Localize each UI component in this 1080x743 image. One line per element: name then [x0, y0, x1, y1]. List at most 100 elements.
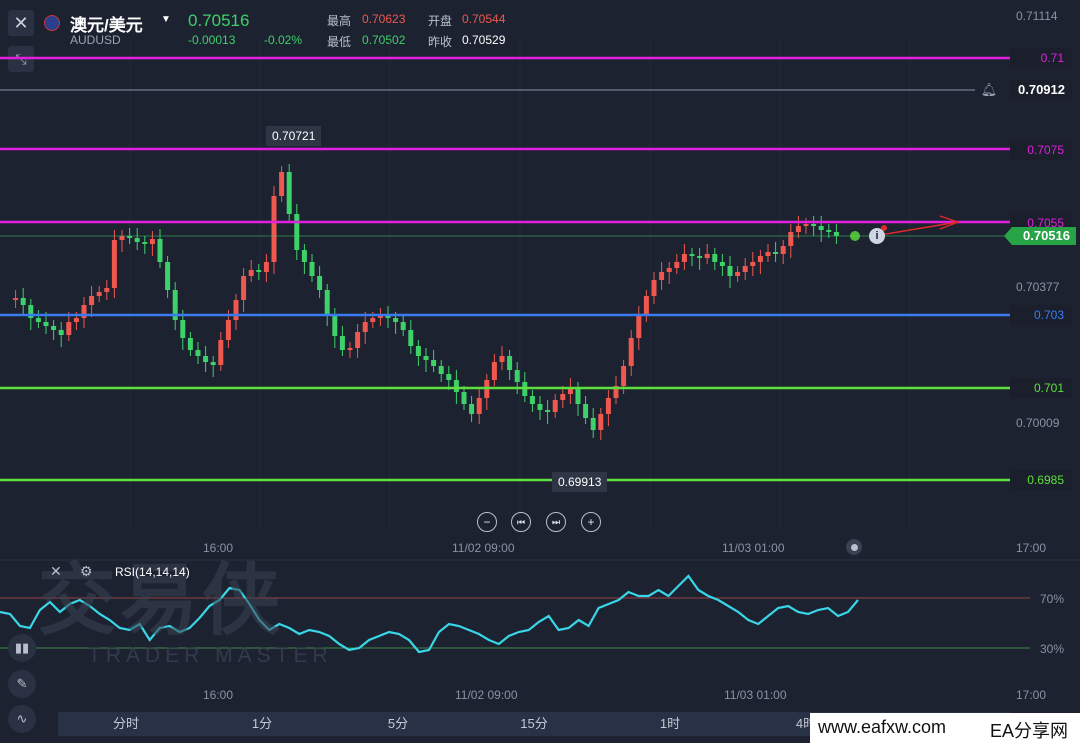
candle-body: [529, 396, 535, 404]
candle-body: [666, 268, 672, 272]
candle-body: [385, 316, 391, 318]
candle-body: [514, 370, 520, 382]
zoom-out-button[interactable]: −: [477, 512, 497, 532]
candle-body: [446, 374, 452, 380]
candle-body: [294, 214, 300, 250]
current-price-tag: 0.70516: [1004, 227, 1076, 245]
candle-body: [833, 232, 839, 236]
candle-body: [583, 404, 589, 418]
candles-icon: ▮▮: [14, 640, 30, 655]
draw-tool-button[interactable]: ✎: [8, 670, 36, 698]
tab-timeframe[interactable]: 5分: [330, 712, 466, 736]
candle-body: [332, 316, 338, 336]
candle-body: [545, 410, 551, 412]
candle-body: [689, 254, 695, 256]
level-tag-07075: 0.7075: [1010, 140, 1072, 160]
pencil-icon: ✎: [16, 676, 28, 691]
info-icon[interactable]: i: [869, 228, 885, 244]
candles: [13, 164, 839, 440]
candle-body: [324, 290, 330, 316]
candle-body: [210, 362, 216, 365]
candle-body: [279, 172, 285, 196]
level-tag-0701: 0.701: [1010, 378, 1072, 398]
candle-body: [780, 246, 786, 254]
bell-icon[interactable]: 🔔︎: [978, 80, 1000, 100]
candle-body: [438, 366, 444, 374]
candle-body: [818, 226, 824, 230]
rsi-settings-icon[interactable]: ⚙: [80, 563, 93, 580]
tab-timeframe[interactable]: 1时: [602, 712, 738, 736]
candle-body: [735, 272, 741, 276]
candle-body: [339, 336, 345, 350]
candle-body: [453, 380, 459, 392]
scroll-end-button[interactable]: ⏭: [546, 512, 566, 532]
candle-body: [149, 239, 155, 244]
candle-body: [476, 398, 482, 414]
candle-body: [507, 356, 513, 370]
level-tag-06985: 0.6985: [1010, 470, 1072, 490]
candle-body: [643, 296, 649, 316]
candle-body: [218, 340, 224, 365]
level-tag-0703: 0.703: [1010, 305, 1072, 325]
candle-body: [491, 362, 497, 380]
candle-body: [499, 356, 505, 362]
candle-body: [73, 318, 79, 322]
candle-body: [20, 298, 26, 305]
scroll-start-button[interactable]: ⏮: [511, 512, 531, 532]
rsi-close-icon[interactable]: ✕: [50, 563, 62, 580]
candle-body: [142, 242, 148, 244]
candle-body: [704, 254, 710, 258]
candle-body: [119, 236, 125, 240]
candle-body: [605, 398, 611, 414]
tab-timeframe[interactable]: 1分: [194, 712, 330, 736]
candle-body: [719, 262, 725, 266]
candle-body: [370, 318, 376, 322]
candle-body: [469, 404, 475, 414]
candle-body: [712, 254, 718, 262]
candle-body: [256, 270, 262, 272]
rsi-time-tick: 17:00: [1016, 688, 1047, 702]
chart-grid: [0, 40, 1080, 561]
candle-body: [681, 254, 687, 262]
candle-body: [773, 252, 779, 254]
reset-view-button[interactable]: [846, 539, 862, 555]
candle-body: [43, 322, 49, 326]
rsi-upper-label: 70%: [1040, 592, 1065, 606]
candle-body: [362, 322, 368, 332]
rsi-time-tick: 16:00: [203, 688, 234, 702]
candle-body: [355, 332, 361, 348]
candle-body: [157, 239, 163, 262]
candle-body: [13, 298, 19, 300]
candle-body: [225, 320, 231, 340]
candle-body: [134, 238, 140, 242]
skip-back-icon: ⏮: [516, 516, 526, 527]
minus-icon: −: [483, 515, 491, 529]
candle-body: [195, 350, 201, 356]
level-tag-0710: 0.71: [1010, 48, 1072, 68]
candle-body: [697, 256, 703, 258]
candle-body: [757, 256, 763, 262]
wave-tool-button[interactable]: ∿: [8, 705, 36, 733]
indicator-tool-button[interactable]: ▮▮: [8, 634, 36, 662]
axis-tick-top: 0.71114: [1016, 9, 1058, 23]
site-watermark-cn: EA分享网: [990, 721, 1069, 741]
axis-tick: 0.70377: [1016, 280, 1060, 294]
candle-body: [51, 326, 57, 330]
tab-timeframe[interactable]: 分时: [58, 712, 194, 736]
level-lines: [0, 56, 1010, 482]
rsi-lower-label: 30%: [1040, 642, 1065, 656]
candle-body: [674, 262, 680, 268]
candle-body: [241, 276, 247, 300]
tab-timeframe[interactable]: 15分: [466, 712, 602, 736]
zoom-in-button[interactable]: +: [581, 512, 601, 532]
candle-body: [203, 356, 209, 362]
candle-body: [537, 404, 543, 410]
candle-body: [575, 388, 581, 404]
time-tick: 17:00: [1016, 541, 1047, 555]
candle-body: [628, 338, 634, 366]
candle-body: [271, 196, 277, 262]
candle-body: [66, 322, 72, 335]
candle-body: [727, 266, 733, 276]
candle-body: [811, 224, 817, 226]
candle-body: [286, 172, 292, 214]
